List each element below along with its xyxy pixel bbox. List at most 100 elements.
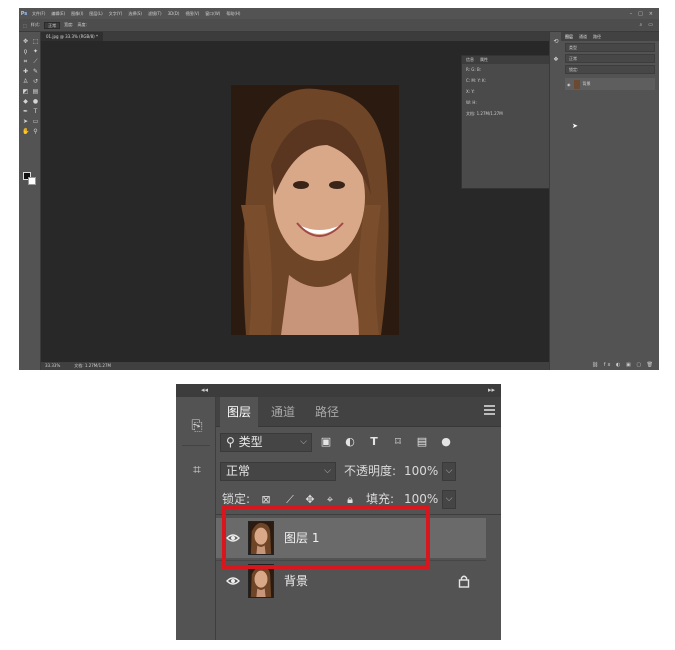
canvas-area[interactable]: 信息 属性 R: G: B: C: M: Y: K: X: Y: W: H: 文… (41, 41, 561, 362)
menu-image[interactable]: 图像(I) (68, 11, 86, 17)
menu-view[interactable]: 视图(V) (182, 11, 202, 17)
filter-toggle-icon[interactable]: ● (440, 436, 452, 448)
menu-filter[interactable]: 滤镜(T) (145, 11, 165, 17)
mini-layers-footer-icons[interactable]: ⛓ fx ◐ ▣ ▢ 🗑 (592, 362, 655, 368)
zoom-tool-icon[interactable]: ⚲ (32, 128, 39, 135)
eye-icon[interactable] (226, 574, 240, 588)
mini-eye-icon[interactable]: ◉ (567, 82, 571, 87)
maximize-icon[interactable]: □ (638, 11, 643, 17)
move-tool-icon[interactable]: ✥ (22, 38, 29, 45)
document-tab[interactable]: 01.jpg @ 33.3% (RGB/8) * (41, 32, 103, 41)
eraser-tool-icon[interactable]: ◩ (22, 88, 29, 95)
mini-layer-thumbnail (573, 79, 580, 89)
mouse-cursor-icon: ➤ (572, 122, 578, 130)
filter-kind-select[interactable]: ⚲ 类型 ⌵ (220, 433, 312, 452)
workspace-icon[interactable]: ▭ (648, 22, 653, 28)
magic-wand-tool-icon[interactable]: ✦ (32, 48, 39, 55)
window-controls: – □ × (630, 11, 659, 17)
mini-layer-background[interactable]: ◉ 背景 (565, 78, 655, 90)
tab-channels[interactable]: 通道 (264, 397, 302, 427)
tab-info[interactable]: 信息 (466, 56, 474, 64)
filter-kind-value: 类型 (238, 435, 263, 449)
path-select-icon[interactable]: ➤ (22, 118, 29, 125)
menu-3d[interactable]: 3D(D) (165, 11, 183, 16)
crop-tool-icon[interactable]: ⌗ (22, 58, 29, 65)
history-panel-icon[interactable]: ⎘ (186, 415, 208, 437)
info-xy: X: Y: (466, 89, 475, 94)
info-panel-tabs: 信息 属性 (462, 56, 555, 64)
shape-filter-icon[interactable]: ⌑ (392, 436, 404, 448)
lasso-tool-icon[interactable]: ϙ (22, 48, 29, 55)
info-rgb: R: G: B: (466, 67, 482, 72)
type-filter-icon[interactable]: T (368, 436, 380, 448)
layers-panel-mini: 图层 通道 路径 类型 正常 锁定: ◉ 背景 ⛓ fx ◐ ▣ ▢ 🗑 (561, 32, 659, 370)
menu-bar: Ps 文件(F) 编辑(E) 图像(I) 图层(L) 文字(Y) 选择(S) 滤… (19, 8, 659, 19)
blend-mode-select[interactable]: 正常 ⌵ (220, 462, 336, 481)
style-select[interactable]: 正常 (44, 21, 61, 29)
opacity-value[interactable]: 100% (404, 462, 438, 481)
tool-preset-icon[interactable]: ⬚ (23, 23, 27, 28)
menu-help[interactable]: 帮助(H) (223, 11, 243, 17)
chevron-down-icon: ⌵ (300, 437, 307, 447)
eyedropper-tool-icon[interactable]: ⟋ (32, 58, 39, 65)
tab-paths[interactable]: 路径 (308, 397, 346, 427)
tools-panel: ✥ ⬚ ϙ ✦ ⌗ ⟋ ✚ ✎ ♙ ↺ ◩ ▤ ◆ ● ✒ T ➤ ▭ ✋ ⚲ (19, 32, 41, 370)
adjustment-filter-icon[interactable]: ◐ (344, 436, 356, 448)
menu-type[interactable]: 文字(Y) (106, 11, 126, 17)
menu-layer[interactable]: 图层(L) (86, 11, 105, 17)
minimize-icon[interactable]: – (630, 11, 633, 17)
document-size: 文档: 1.27M/1.27M (74, 363, 111, 368)
menu-edit[interactable]: 编辑(E) (48, 11, 68, 17)
collapse-right-icon[interactable]: ▸▸ (488, 384, 495, 397)
menu-select[interactable]: 选择(S) (125, 11, 145, 17)
hand-tool-icon[interactable]: ✋ (22, 128, 29, 135)
brush-settings-icon[interactable]: ⌗ (186, 459, 208, 481)
pen-tool-icon[interactable]: ✒ (22, 108, 29, 115)
smart-object-filter-icon[interactable]: ▤ (416, 436, 428, 448)
height-label: 高度: (77, 22, 87, 27)
opacity-dropdown-icon[interactable]: ⌵ (442, 462, 456, 481)
history-brush-icon[interactable]: ↺ (32, 78, 39, 85)
panel-menu-icon[interactable] (484, 405, 495, 415)
mini-tab-paths[interactable]: 路径 (593, 32, 601, 41)
dodge-tool-icon[interactable]: ● (32, 98, 39, 105)
style-label: 样式: (30, 22, 41, 27)
options-right: ⌕ ▭ (639, 22, 659, 28)
marquee-tool-icon[interactable]: ⬚ (32, 38, 39, 45)
mini-tab-channels[interactable]: 通道 (579, 32, 587, 41)
shape-tool-icon[interactable]: ▭ (32, 118, 39, 125)
filter-row: ⚲ 类型 ⌵ ▣ ◐ T ⌑ ▤ ● (216, 429, 501, 457)
options-bar: ⬚ 样式: 正常 宽度: 高度: ⌕ ▭ (19, 19, 659, 32)
opacity-label: 不透明度: (344, 464, 397, 478)
photoshop-window: Ps 文件(F) 编辑(E) 图像(I) 图层(L) 文字(Y) 选择(S) 滤… (19, 8, 659, 370)
mini-lock-row: 锁定: (565, 65, 655, 74)
brush-tool-icon[interactable]: ✎ (32, 68, 39, 75)
tab-layers[interactable]: 图层 (220, 397, 259, 427)
tab-properties[interactable]: 属性 (480, 56, 488, 64)
info-panel: 信息 属性 R: G: B: C: M: Y: K: X: Y: W: H: 文… (461, 55, 556, 189)
fill-dropdown-icon[interactable]: ⌵ (442, 490, 456, 509)
close-icon[interactable]: × (649, 11, 653, 17)
mini-tab-layers[interactable]: 图层 (565, 32, 573, 41)
mini-layers-tabs: 图层 通道 路径 (561, 32, 659, 41)
info-document: 文档: 1.27M/1.27M (466, 111, 503, 116)
mini-blend-row[interactable]: 正常 (565, 54, 655, 63)
lock-icon (458, 575, 470, 588)
portrait-photo (231, 85, 399, 335)
width-label: 宽度: (64, 22, 74, 27)
healing-tool-icon[interactable]: ✚ (22, 68, 29, 75)
highlight-annotation (222, 505, 430, 569)
menu-window[interactable]: 窗口(W) (202, 11, 223, 17)
search-icon[interactable]: ⌕ (639, 22, 642, 28)
blur-tool-icon[interactable]: ◆ (22, 98, 29, 105)
gradient-tool-icon[interactable]: ▤ (32, 88, 39, 95)
mini-filter-row[interactable]: 类型 (565, 43, 655, 52)
stamp-tool-icon[interactable]: ♙ (22, 78, 29, 85)
type-tool-icon[interactable]: T (32, 108, 39, 115)
menu-file[interactable]: 文件(F) (29, 11, 48, 17)
collapse-left-icon[interactable]: ◂◂ (201, 384, 208, 397)
photoshop-logo-icon: Ps (20, 10, 28, 17)
pixel-filter-icon[interactable]: ▣ (320, 436, 332, 448)
background-color-swatch[interactable] (28, 177, 36, 185)
blend-mode-value: 正常 (226, 464, 251, 478)
